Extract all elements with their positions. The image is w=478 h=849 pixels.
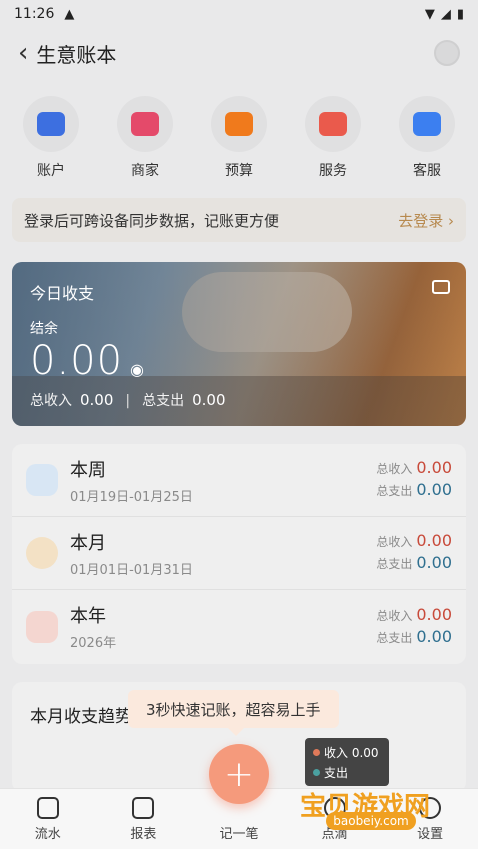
income-amount: 0.00 bbox=[416, 458, 452, 477]
expense-amount: 0.00 bbox=[416, 480, 452, 499]
period-summary-list: 本周 01月19日-01月25日 总收入 0.00 总支出 0.00 本月 01月0… bbox=[12, 444, 466, 664]
wifi-icon: ▼ bbox=[424, 6, 435, 22]
shortcut-account[interactable]: 账户 bbox=[11, 96, 91, 180]
period-range: 01月19日-01月25日 bbox=[70, 489, 193, 505]
period-name: 本周 bbox=[70, 459, 106, 481]
tab-flow[interactable]: 流水 bbox=[8, 796, 88, 842]
period-row-month[interactable]: 本月 01月01日-01月31日 总收入 0.00 总支出 0.00 bbox=[12, 517, 466, 590]
chart-legend: 收入 0.00 支出 bbox=[305, 738, 389, 786]
income-label: 总收入 bbox=[30, 393, 72, 409]
shortcut-merchant[interactable]: 商家 bbox=[105, 96, 185, 180]
today-totals: 总收入 0.00 | 总支出 0.00 bbox=[30, 390, 226, 410]
signal-icon: ◢ bbox=[440, 6, 451, 22]
income-amount: 0.00 bbox=[416, 531, 452, 550]
legend-expense: 支出 bbox=[324, 765, 349, 780]
expense-label: 总支出 bbox=[376, 630, 413, 645]
calendar-icon bbox=[26, 464, 58, 496]
income-amount: 0.00 bbox=[416, 604, 452, 624]
trend-title: 本月收支趋势 bbox=[30, 707, 132, 727]
shortcut-budget[interactable]: 预算 bbox=[199, 96, 279, 180]
status-bar: 11:26 ▲ ▼ ◢ ▮ bbox=[0, 0, 478, 28]
tab-label: 报表 bbox=[130, 826, 157, 842]
tab-label: 设置 bbox=[417, 826, 444, 842]
battery-icon: ▮ bbox=[456, 6, 464, 22]
mascot-icon[interactable] bbox=[434, 40, 460, 66]
shortcut-grid: 账户 商家 预算 服务 客服 bbox=[0, 96, 478, 180]
expense-amount: 0.00 bbox=[416, 626, 452, 646]
expense-amount: 0.00 bbox=[416, 553, 452, 572]
tab-label: 记一笔 bbox=[219, 826, 259, 842]
balance-label: 结余 bbox=[30, 321, 58, 337]
tab-label: 流水 bbox=[34, 826, 61, 842]
income-label: 总收入 bbox=[376, 608, 413, 623]
tab-report[interactable]: 报表 bbox=[103, 796, 183, 842]
page-title: 生意账本 bbox=[36, 42, 117, 67]
tooltip-bubble[interactable]: 3秒快速记账，超容易上手 bbox=[128, 690, 339, 736]
today-title: 今日收支 bbox=[30, 284, 95, 303]
chat-bot-icon bbox=[413, 112, 441, 136]
watermark-url: baobeiy.com bbox=[326, 812, 416, 830]
shortcut-label: 商家 bbox=[131, 163, 159, 179]
income-label: 总收入 bbox=[376, 535, 413, 549]
app-header: ‹ 生意账本 bbox=[0, 28, 478, 78]
login-banner[interactable]: 登录后可跨设备同步数据，记账更方便 去登录 › bbox=[12, 198, 466, 242]
balance-amount: 0.00 bbox=[30, 338, 124, 384]
divider: | bbox=[125, 393, 131, 409]
eye-icon[interactable]: ◉ bbox=[130, 360, 144, 379]
income-amount: 0.00 bbox=[80, 391, 114, 409]
login-link[interactable]: 去登录 › bbox=[398, 210, 454, 231]
login-banner-text: 登录后可跨设备同步数据，记账更方便 bbox=[24, 211, 280, 230]
period-range: 2026年 bbox=[70, 636, 117, 651]
shortcut-label: 账户 bbox=[37, 163, 65, 179]
warning-icon: ▲ bbox=[64, 6, 75, 22]
period-row-week[interactable]: 本周 01月19日-01月25日 总收入 0.00 总支出 0.00 bbox=[12, 444, 466, 517]
shortcut-label: 客服 bbox=[413, 163, 441, 179]
shortcut-label: 预算 bbox=[225, 163, 253, 179]
legend-dot-expense bbox=[313, 768, 320, 776]
income-label: 总收入 bbox=[376, 462, 413, 476]
shortcut-label: 服务 bbox=[319, 163, 347, 179]
planet-icon bbox=[26, 537, 58, 569]
back-arrow-icon[interactable]: ‹ bbox=[18, 40, 28, 66]
ledger-icon bbox=[36, 796, 59, 819]
lantern-icon bbox=[26, 610, 58, 643]
store-icon bbox=[131, 112, 159, 136]
status-time: 11:26 bbox=[14, 6, 55, 22]
add-record-button[interactable]: + bbox=[209, 744, 269, 804]
period-name: 本月 bbox=[70, 532, 106, 554]
period-row-year[interactable]: 本年 2026年 总收入 0.00 总支出 0.00 bbox=[12, 590, 466, 663]
legend-income: 收入 0.00 bbox=[324, 745, 379, 760]
expense-label: 总支出 bbox=[376, 484, 413, 498]
today-summary-card[interactable]: 今日收支 结余 0.00 ◉ 总收入 0.00 | 总支出 0.00 bbox=[12, 262, 466, 426]
expense-label: 总支出 bbox=[142, 393, 185, 409]
shortcut-support[interactable]: 客服 bbox=[387, 96, 467, 180]
expense-label: 总支出 bbox=[376, 557, 413, 571]
image-icon[interactable] bbox=[432, 280, 450, 294]
shortcut-service[interactable]: 服务 bbox=[293, 96, 373, 180]
expense-amount: 0.00 bbox=[192, 391, 226, 409]
period-range: 01月01日-01月31日 bbox=[70, 562, 193, 578]
wallet-icon bbox=[37, 112, 65, 136]
report-icon bbox=[132, 796, 155, 819]
legend-dot-income bbox=[313, 748, 320, 756]
period-name: 本年 bbox=[70, 606, 106, 627]
budget-book-icon bbox=[225, 112, 253, 136]
shopping-bag-icon bbox=[319, 112, 347, 136]
